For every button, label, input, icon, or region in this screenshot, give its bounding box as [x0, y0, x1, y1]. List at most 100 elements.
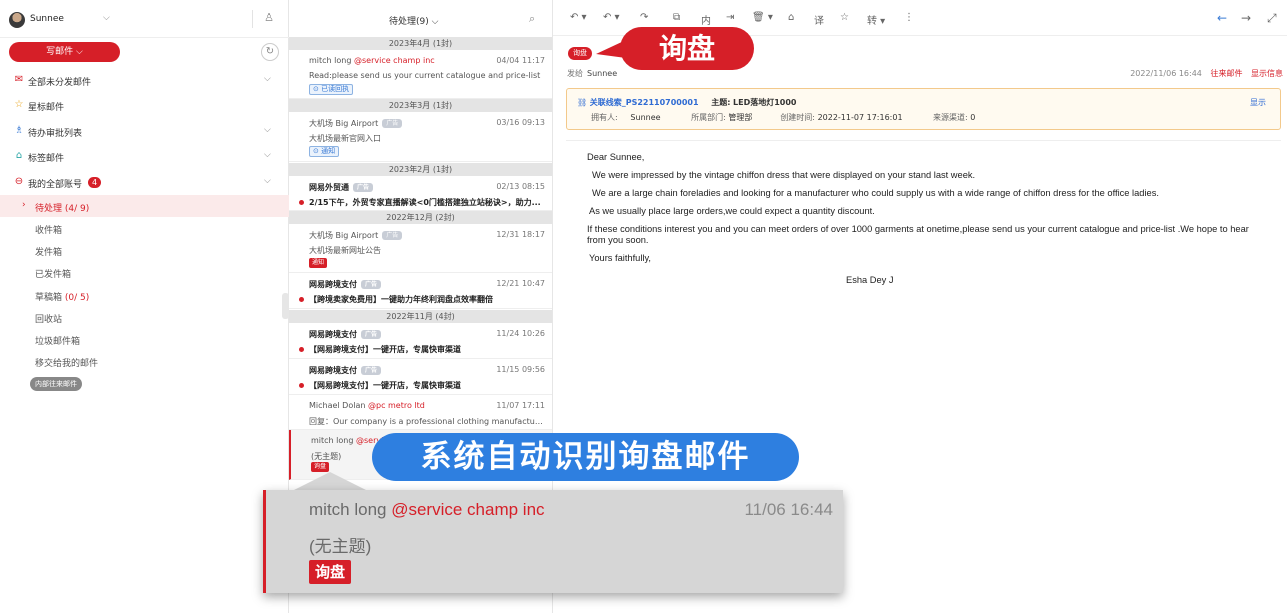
dept-label: 所属部门: [691, 113, 726, 122]
folder-sent[interactable]: 已发件箱 [0, 261, 289, 283]
move-icon[interactable]: ⇥ [726, 12, 734, 23]
nav-label: 标签邮件 [28, 154, 65, 164]
mail-app: Sunnee ⌵ ♙ 写邮件 ⌵ ↻ ✉ 全部未分发邮件 ⌵ ☆ 星标邮件 ♗ … [0, 0, 1287, 613]
star-icon: ☆ [14, 99, 24, 110]
source-value: 0 [970, 113, 976, 122]
divider [252, 10, 253, 28]
list-item[interactable]: mitch long @service champ inc 04/04 11:1… [289, 50, 552, 99]
list-title[interactable]: 待处理(9) ⌵ [389, 14, 438, 27]
chip-label: 已读回执 [321, 85, 350, 93]
next-mail-icon[interactable]: → [1241, 11, 1251, 25]
internal-mail-tag[interactable]: 内部往来邮件 [30, 377, 82, 391]
folder-pending[interactable]: › 待处理 (4/ 9) [0, 195, 289, 217]
reply-icon[interactable]: ↶ ▾ [570, 12, 587, 23]
more-icon[interactable]: ⋮ [904, 12, 914, 23]
folder-outbox[interactable]: 发件箱 [0, 239, 289, 261]
user-name[interactable]: Sunnee [30, 14, 64, 24]
mail-date: 03/16 09:13 [496, 118, 545, 127]
mail-subject: 【网易跨境支付】一键开店，专属快审渠道 [309, 381, 461, 390]
folder-label: 发件箱 [35, 248, 63, 258]
chevron-down-icon[interactable]: ⌵ [264, 74, 271, 84]
sender-company: @pc metro ltd [367, 401, 425, 410]
refresh-icon[interactable]: ↻ [261, 43, 279, 61]
lead-line-2: 拥有人: Sunnee 所属部门: 管理部 创建时间: 2022-11-07 1… [591, 112, 975, 123]
nav-label: 星标邮件 [28, 103, 65, 113]
folder-drafts[interactable]: 草稿箱 (0/ 5) [0, 284, 289, 306]
sender-name: 大机场 Big Airport [309, 231, 379, 240]
group-header: 2023年4月 (1封) [289, 37, 552, 50]
mail-sender: 网易跨境支付 广告 [309, 329, 382, 340]
tag-icon[interactable]: ⌂ [788, 12, 794, 23]
list-item[interactable]: 大机场 Big Airport 广告 12/31 18:17 大机场最新网址公告 … [289, 224, 552, 273]
ad-badge: 广告 [361, 280, 382, 289]
mail-sender: 大机场 Big Airport 广告 [309, 118, 403, 129]
compose-button[interactable]: 写邮件 ⌵ [9, 42, 120, 62]
star-icon[interactable]: ☆ [840, 12, 849, 23]
mail-subject: Read:please send us your current catalog… [309, 71, 541, 80]
mail-subject: 大机场最新网址公告 [309, 246, 381, 255]
chevron-down-icon[interactable]: ⌵ [264, 125, 271, 135]
folder-trash[interactable]: 回收站 [0, 306, 289, 328]
zoom-sender-company: @service champ inc [391, 500, 545, 519]
fullscreen-icon[interactable]: ⤢ [1267, 11, 1277, 26]
nav-approvals[interactable]: ♗ 待办审批列表 ⌵ [0, 121, 289, 141]
unread-dot [299, 347, 304, 352]
resize-handle[interactable] [282, 293, 289, 319]
chevron-down-icon[interactable]: ⌵ [264, 150, 271, 160]
list-item[interactable]: 网易跨境支付 广告 11/15 09:56 【网易跨境支付】一键开店，专属快审渠道 [289, 359, 552, 395]
show-info-link[interactable]: 显示信息 [1251, 69, 1283, 78]
folder-name: 草稿箱 [35, 293, 63, 303]
zoom-date: 11/06 16:44 [744, 500, 833, 519]
lead-subject-label: 主题: [711, 98, 731, 107]
internal-button[interactable]: 内 [701, 12, 711, 27]
copy-icon[interactable]: ⧉ [673, 12, 680, 23]
sidebar: Sunnee ⌵ ♙ 写邮件 ⌵ ↻ ✉ 全部未分发邮件 ⌵ ☆ 星标邮件 ♗ … [0, 0, 289, 613]
folder-inbox[interactable]: 收件箱 [0, 217, 289, 239]
delete-icon[interactable]: 🗑 ▾ [752, 12, 773, 23]
chevron-down-icon[interactable]: ⌵ [103, 13, 110, 23]
inquiry-tag: 询盘 [568, 47, 592, 60]
lead-link[interactable]: 关联线索_PS22110700001 [590, 98, 699, 107]
contacts-icon[interactable]: ♙ [262, 11, 276, 25]
sender-name: mitch long [309, 56, 352, 65]
chevron-right-icon: › [22, 200, 26, 210]
group-header: 2023年2月 (1封) [289, 163, 552, 176]
sender-company: @service champ inc [353, 56, 435, 65]
lead-subject: LED落地灯1000 [733, 98, 797, 107]
nav-all-undistributed[interactable]: ✉ 全部未分发邮件 ⌵ [0, 70, 289, 90]
list-item[interactable]: Michael Dolan @pc metro ltd 11/07 17:11 … [289, 395, 552, 430]
zoom-sender: mitch long @service champ inc [309, 500, 545, 520]
search-icon[interactable]: ⌕ [529, 12, 535, 26]
forward-icon[interactable]: ↷ [640, 12, 648, 23]
nav-starred[interactable]: ☆ 星标邮件 [0, 95, 289, 115]
body-paragraph: Yours faithfully, [589, 253, 652, 263]
recipient-name[interactable]: Sunnee [587, 69, 617, 78]
notice-tag: 通知 [309, 258, 328, 268]
reply-all-icon[interactable]: ↶ ▾ [603, 12, 620, 23]
recipient-label: 发给 [567, 69, 583, 78]
nav-tagged[interactable]: ⌂ 标签邮件 ⌵ [0, 146, 289, 166]
list-item[interactable]: 网易跨境支付 广告 12/21 10:47 【跨境卖家免费用】一键助力年终利润盘点… [289, 273, 552, 309]
list-item[interactable]: 大机场 Big Airport 广告 03/16 09:13 大机场最新官网入口 … [289, 112, 552, 162]
lead-show-button[interactable]: 显示 [1250, 97, 1266, 108]
prev-mail-icon[interactable]: ← [1217, 11, 1227, 25]
zoom-subject: (无主题) [309, 537, 372, 556]
unread-dot [299, 200, 304, 205]
owner-value: Sunnee [630, 113, 661, 122]
avatar[interactable] [9, 12, 25, 28]
mail-sender: mitch long @service champ inc [309, 56, 435, 65]
nav-all-accounts[interactable]: ⊖ 我的全部账号 4 ⌵ [0, 172, 289, 192]
chevron-down-icon[interactable]: ⌵ [264, 176, 271, 186]
read-receipt-chip: ⊙ 已读回执 [309, 84, 354, 95]
folder-label: 草稿箱 (0/ 5) [35, 290, 89, 303]
list-item[interactable]: 网易外贸通 广告 02/13 08:15 2/15下午，外贸专家直播解读<0门槛搭… [289, 176, 552, 211]
list-item[interactable]: 网易跨境支付 广告 11/24 10:26 【网易跨境支付】一键开店，专属快审渠道 [289, 323, 552, 359]
mail-subject: 【跨境卖家免费用】一键助力年终利润盘点效率翻倍 [309, 295, 493, 304]
folder-label: 待处理 (4/ 9) [35, 201, 89, 214]
mail-date: 11/24 10:26 [496, 329, 545, 338]
related-mail-link[interactable]: 往来邮件 [1210, 69, 1242, 78]
transfer-button[interactable]: 转 ▾ [867, 12, 885, 27]
translate-button[interactable]: 译 [814, 12, 824, 27]
folder-spam[interactable]: 垃圾邮件箱 [0, 328, 289, 350]
folder-transferred[interactable]: 移交给我的邮件 [0, 350, 289, 372]
